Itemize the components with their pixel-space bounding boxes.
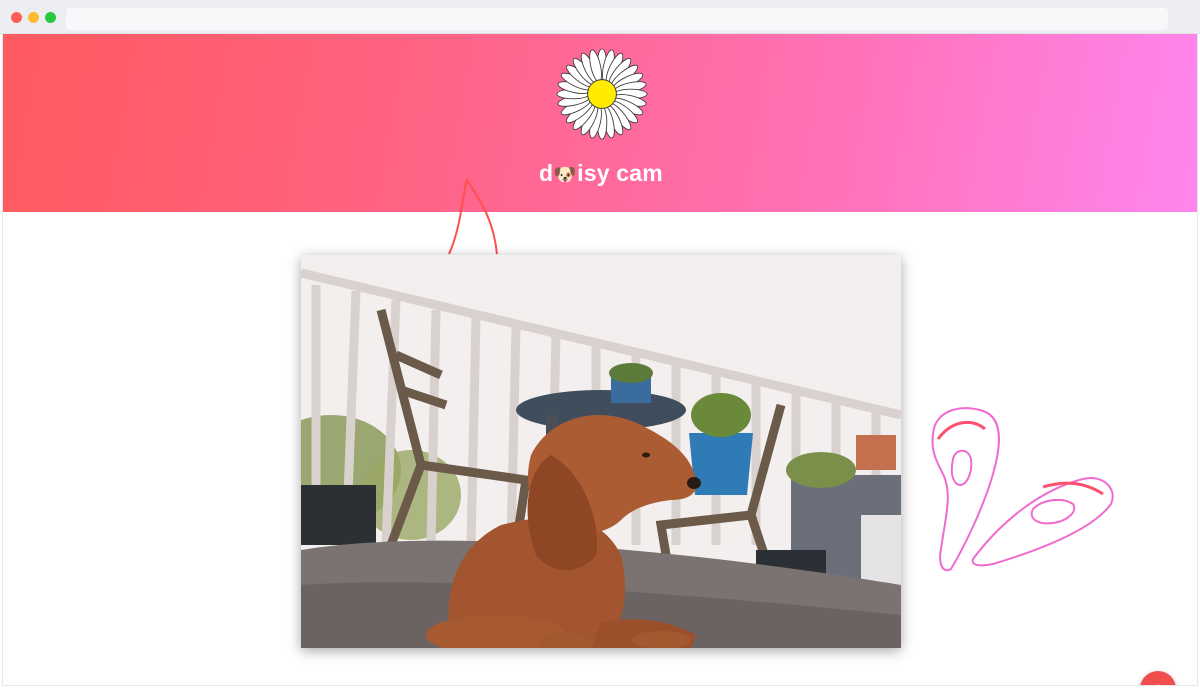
browser-chrome <box>0 0 1200 34</box>
webcam-photo <box>301 255 901 648</box>
site-title-prefix: d <box>539 160 554 186</box>
notification-count: 1 <box>1155 683 1161 685</box>
shoe-sketch-decoration <box>931 407 1114 572</box>
page-viewport: d🐶isy cam <box>2 34 1198 686</box>
site-title-suffix: isy cam <box>577 160 663 186</box>
daisy-flower-icon <box>556 48 648 140</box>
header-banner: d🐶isy cam <box>3 34 1197 212</box>
notification-badge-button[interactable]: 1 <box>1140 671 1176 685</box>
squiggle-decoration <box>448 177 498 255</box>
address-bar[interactable] <box>66 8 1168 30</box>
minimize-window-button[interactable] <box>28 12 39 23</box>
maximize-window-button[interactable] <box>45 12 56 23</box>
puppy-icon: 🐶 <box>553 165 578 186</box>
dog-on-cushion-photo <box>301 255 901 648</box>
site-title: d🐶isy cam <box>3 160 1197 187</box>
close-window-button[interactable] <box>11 12 22 23</box>
